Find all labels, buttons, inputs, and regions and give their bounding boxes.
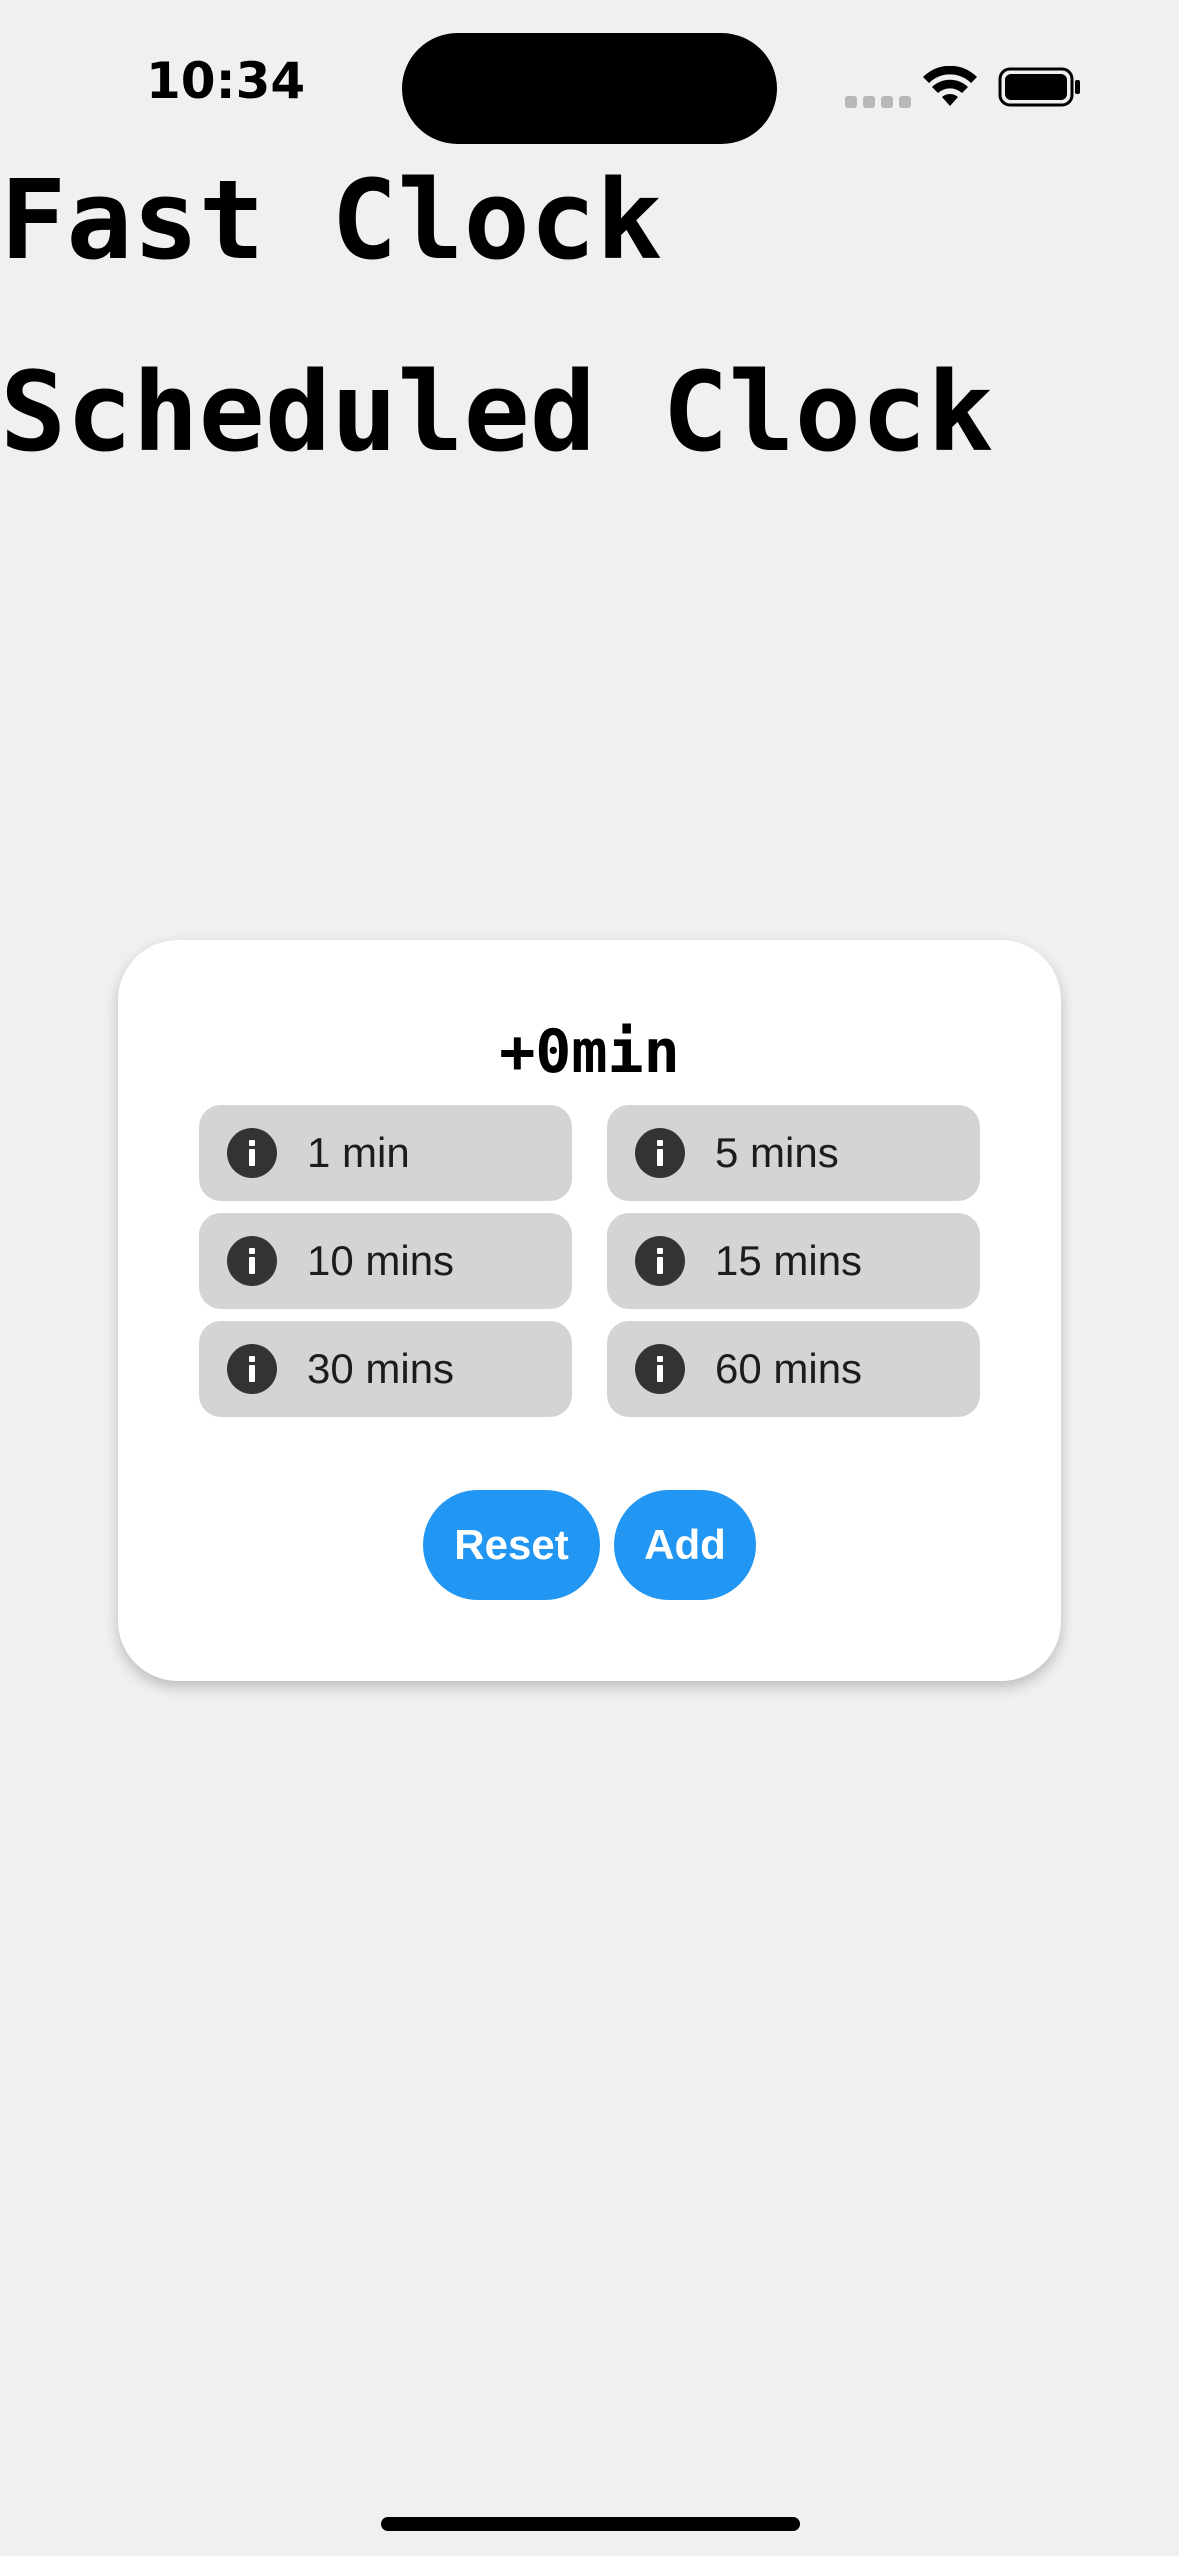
option-label: 30 mins bbox=[307, 1345, 455, 1392]
info-icon bbox=[635, 1344, 685, 1394]
info-icon bbox=[227, 1236, 277, 1286]
option-label: 10 mins bbox=[307, 1237, 455, 1284]
option-5-mins[interactable]: 5 mins bbox=[607, 1105, 980, 1201]
option-label: 5 mins bbox=[715, 1129, 839, 1176]
option-60-mins[interactable]: 60 mins bbox=[607, 1321, 980, 1417]
wifi-icon bbox=[923, 66, 977, 106]
offset-value: +0min bbox=[499, 1017, 680, 1087]
option-label: 60 mins bbox=[715, 1345, 863, 1392]
info-icon bbox=[635, 1128, 685, 1178]
home-indicator[interactable] bbox=[381, 2517, 800, 2531]
info-icon bbox=[635, 1236, 685, 1286]
option-30-mins[interactable]: 30 mins bbox=[199, 1321, 572, 1417]
scheduled-clock-title: Scheduled Clock bbox=[0, 348, 994, 476]
option-label: 1 min bbox=[307, 1129, 410, 1176]
status-time: 10:34 bbox=[146, 52, 306, 110]
option-label: 15 mins bbox=[715, 1237, 863, 1284]
info-icon bbox=[227, 1128, 277, 1178]
info-icon bbox=[227, 1344, 277, 1394]
fast-clock-title: Fast Clock bbox=[0, 156, 663, 284]
add-button[interactable]: Add bbox=[614, 1490, 756, 1600]
cellular-signal-icon bbox=[845, 96, 911, 108]
battery-icon bbox=[998, 67, 1080, 107]
option-10-mins[interactable]: 10 mins bbox=[199, 1213, 572, 1309]
reset-button[interactable]: Reset bbox=[423, 1490, 600, 1600]
dynamic-island bbox=[402, 33, 777, 144]
option-15-mins[interactable]: 15 mins bbox=[607, 1213, 980, 1309]
option-1-min[interactable]: 1 min bbox=[199, 1105, 572, 1201]
